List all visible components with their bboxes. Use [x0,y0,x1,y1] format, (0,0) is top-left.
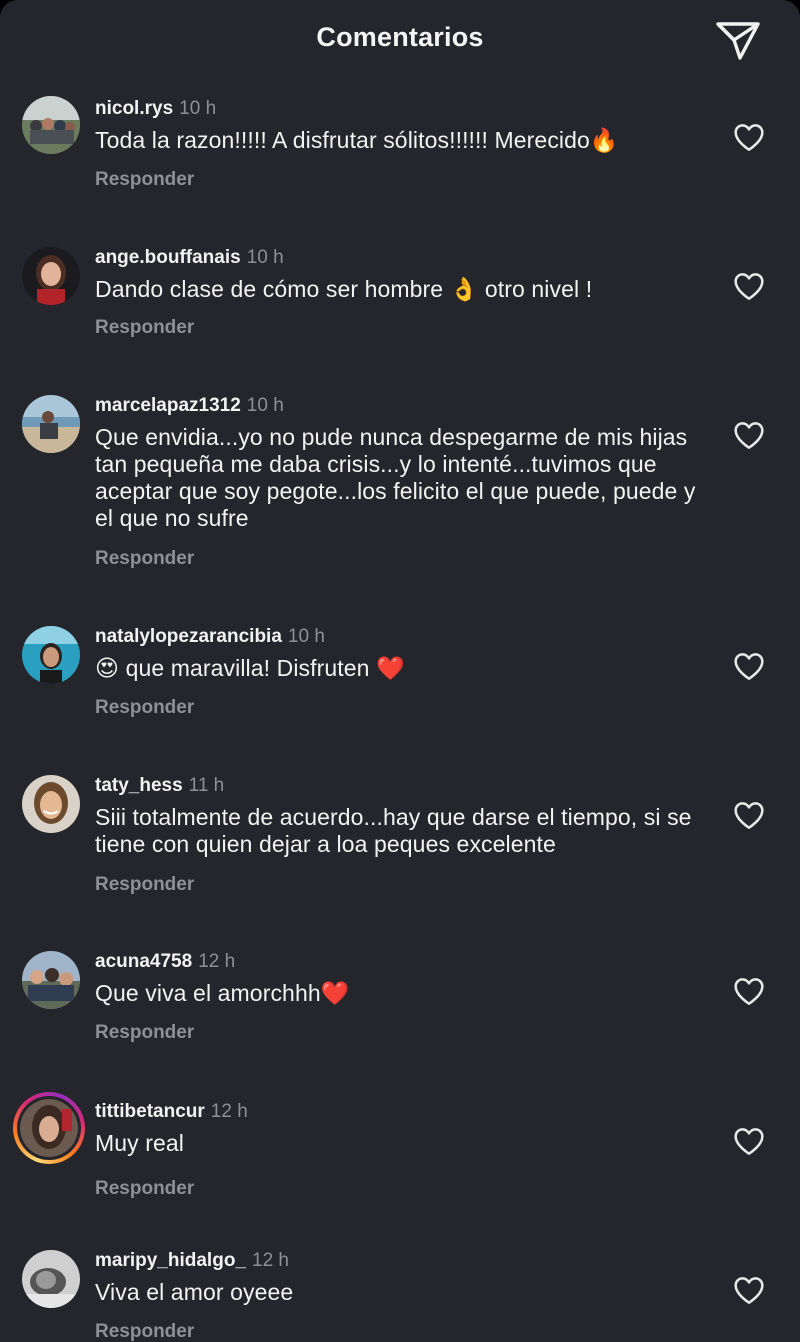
like-heart-icon[interactable] [733,976,765,1006]
comment-username[interactable]: tittibetancur [95,1101,205,1122]
comment-meta: maripy_hidalgo_ 12 h [95,1250,289,1274]
comments-list[interactable]: nicol.rys 10 h Toda la razon!!!!! A disfr… [0,0,800,1342]
comment-username[interactable]: taty_hess [95,775,183,796]
reply-button[interactable]: Responder [95,1321,194,1342]
reply-button[interactable]: Responder [95,874,194,896]
comment-username[interactable]: ange.bouffanais [95,247,241,268]
reply-button[interactable]: Responder [95,697,194,719]
avatar[interactable] [22,626,80,684]
avatar-story-ring[interactable] [13,1092,85,1164]
comment-username[interactable]: acuna4758 [95,951,192,972]
like-heart-icon[interactable] [733,1126,765,1156]
like-heart-icon[interactable] [733,800,765,830]
comment-time: 10 h [179,98,217,119]
paper-plane-icon[interactable] [714,18,762,64]
comment-text: Que envidia...yo no pude nunca despegarm… [95,424,696,531]
comment-meta: ange.bouffanais 10 h [95,247,284,271]
like-heart-icon[interactable] [733,122,765,152]
like-heart-icon[interactable] [733,271,765,301]
comments-sheet: nicol.rys 10 h Toda la razon!!!!! A disfr… [0,0,800,1342]
avatar [20,1099,78,1157]
comment-text: Siii totalmente de acuerdo...hay que dar… [95,804,692,857]
avatar[interactable] [22,247,80,305]
comment-meta: natalylopezarancibia 10 h [95,626,325,650]
like-heart-icon[interactable] [733,420,765,450]
comment-meta: taty_hess 11 h [95,775,224,799]
comment-text: Viva el amor oyeee [95,1279,294,1305]
comment-username[interactable]: marcelapaz1312 [95,395,241,416]
reply-button[interactable]: Responder [95,169,194,191]
comment-text: 😍 que maravilla! Disfruten ❤️ [95,655,405,681]
comment-text: Dando clase de cómo ser hombre 👌 otro ni… [95,276,593,302]
comment-meta: marcelapaz1312 10 h [95,395,284,419]
avatar[interactable] [22,1250,80,1308]
avatar[interactable] [22,951,80,1009]
comment-time: 10 h [246,247,284,268]
comment-username[interactable]: natalylopezarancibia [95,626,282,647]
comment-meta: nicol.rys 10 h [95,98,216,122]
like-heart-icon[interactable] [733,651,765,681]
comment-username[interactable]: nicol.rys [95,98,173,119]
avatar[interactable] [22,395,80,453]
comment-time: 12 h [198,951,236,972]
comment-username[interactable]: maripy_hidalgo_ [95,1250,246,1271]
comment-text: Que viva el amorchhh❤️ [95,980,350,1006]
reply-button[interactable]: Responder [95,317,194,339]
reply-button[interactable]: Responder [95,1022,194,1044]
avatar[interactable] [22,775,80,833]
like-heart-icon[interactable] [733,1275,765,1305]
page-title: Comentarios [316,22,484,52]
reply-button[interactable]: Responder [95,1178,194,1200]
comment-text: Toda la razon!!!!! A disfrutar sólitos!!… [95,127,619,153]
comment-text: Muy real [95,1130,184,1156]
comment-time: 12 h [210,1101,248,1122]
comment-meta: acuna4758 12 h [95,951,235,975]
sheet-header: Comentarios [0,0,800,84]
comment-meta: tittibetancur 12 h [95,1101,248,1125]
comment-time: 11 h [188,775,225,796]
comment-time: 10 h [246,395,284,416]
avatar[interactable] [22,96,80,154]
avatar-ring-gap [17,1096,81,1160]
comment-time: 10 h [287,626,325,647]
reply-button[interactable]: Responder [95,548,194,570]
comment-time: 12 h [252,1250,289,1271]
